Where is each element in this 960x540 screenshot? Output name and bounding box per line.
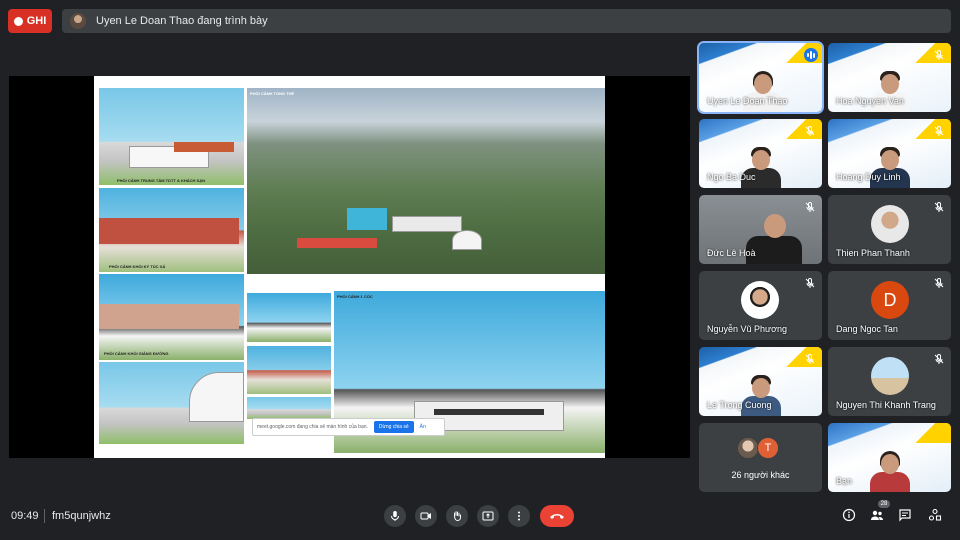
slide-label-left-3: PHỐI CẢNH KHỐI GIẢNG ĐƯỜNG — [104, 351, 169, 356]
participant-tile[interactable]: Thien Phan Thanh — [828, 195, 951, 264]
render-small-3 — [247, 397, 331, 419]
raise-hand-button[interactable] — [446, 505, 468, 527]
camera-button[interactable] — [415, 505, 437, 527]
present-icon — [482, 511, 494, 521]
presenter-avatar — [70, 13, 86, 29]
others-avatar-letter: T — [757, 437, 779, 459]
others-avatar — [737, 437, 759, 459]
render-small-2 — [247, 346, 331, 394]
mic-muted-icon — [804, 352, 816, 364]
mic-muted-icon — [933, 124, 945, 136]
render-lecture-hall: PHỐI CẢNH KHỐI GIẢNG ĐƯỜNG — [99, 274, 244, 360]
chat-button[interactable] — [896, 506, 914, 524]
recording-indicator[interactable]: GHI — [8, 9, 52, 33]
participant-tile[interactable]: Ngo Ba Duc — [699, 119, 822, 188]
presentation-slide: PHỐI CẢNH TRUNG TÂM TDTT & KHÁCH SẠN PHỐ… — [94, 76, 605, 458]
recording-label: GHI — [26, 15, 47, 27]
participant-video — [868, 450, 912, 492]
chat-icon — [899, 509, 911, 522]
self-tile[interactable]: Bạn — [828, 423, 951, 492]
hand-icon — [454, 511, 461, 522]
participant-tile[interactable]: Nguyen Thi Khanh Trang — [828, 347, 951, 416]
participants-button[interactable] — [868, 506, 886, 524]
more-options-button[interactable] — [508, 505, 530, 527]
end-call-icon — [550, 514, 564, 519]
participant-avatar — [741, 281, 779, 319]
mic-muted-icon — [804, 124, 816, 136]
meeting-time: 09:49 — [11, 510, 39, 522]
share-message: meet.google.com đang chia sẻ màn hình củ… — [257, 424, 368, 430]
people-icon — [871, 510, 883, 520]
present-button[interactable] — [477, 505, 499, 527]
others-avatars: T — [737, 437, 783, 461]
self-name: Bạn — [836, 476, 853, 486]
participant-tile[interactable]: Hoa Nguyen Van — [828, 43, 951, 112]
slide-label-left-2: PHỐI CẢNH KHỐI KÝ TÚC XÁ — [109, 264, 166, 269]
activities-button[interactable] — [926, 506, 944, 524]
participant-name: Nguyen Thi Khanh Trang — [836, 400, 936, 410]
participant-tile[interactable]: Nguyễn Vũ Phương — [699, 271, 822, 340]
meeting-code: fm5qunjwhz — [52, 510, 111, 522]
meeting-info-button[interactable] — [840, 506, 858, 524]
mic-icon — [391, 511, 399, 521]
render-sports-center: PHỐI CẢNH TRUNG TÂM TDTT & KHÁCH SẠN — [99, 88, 244, 185]
mic-muted-icon — [933, 276, 945, 288]
mic-muted-icon — [933, 200, 945, 212]
participant-name: Hoa Nguyen Van — [836, 96, 904, 106]
participant-avatar — [871, 357, 909, 395]
mic-button[interactable] — [384, 505, 406, 527]
activities-icon — [928, 508, 942, 521]
presenter-banner-text: Uyen Le Doan Thao đang trình bày — [96, 15, 268, 27]
presenter-banner: Uyen Le Doan Thao đang trình bày — [62, 9, 951, 33]
participant-name: Ngo Ba Duc — [707, 172, 756, 182]
stop-sharing-button[interactable]: Dừng chia sẻ — [373, 421, 414, 433]
participant-avatar — [871, 205, 909, 243]
mic-muted-icon — [804, 200, 816, 212]
others-tile[interactable]: T 26 người khác — [699, 423, 822, 492]
more-vert-icon — [518, 511, 520, 521]
others-count-label: 26 người khác — [731, 470, 790, 480]
participant-tile[interactable]: D Dang Ngoc Tan — [828, 271, 951, 340]
participant-name: Dang Ngoc Tan — [836, 324, 898, 334]
end-call-button[interactable] — [540, 505, 574, 527]
slide-label-left-1: PHỐI CẢNH TRUNG TÂM TDTT & KHÁCH SẠN — [117, 178, 205, 183]
slide-label-top-main: PHỐI CẢNH TỔNG THỂ — [250, 91, 295, 96]
participant-tile[interactable]: Đức Lê Hoà — [699, 195, 822, 264]
participant-name: Hoang Duy Linh — [836, 172, 901, 182]
participant-name: Uyen Le Doan Thao — [707, 96, 788, 106]
participant-count-badge: 28 — [878, 500, 890, 508]
participant-tile[interactable]: Hoang Duy Linh — [828, 119, 951, 188]
slide-label-bottom-main: PHỐI CẢNH 1 CỐC — [337, 294, 373, 299]
info-icon — [842, 508, 856, 522]
render-master-plan: PHỐI CẢNH TỔNG THỂ — [247, 88, 605, 274]
participant-name: Le Trong Cuong — [707, 400, 772, 410]
participant-tile[interactable]: Le Trong Cuong — [699, 347, 822, 416]
record-dot-icon — [13, 16, 23, 26]
participant-name: Nguyễn Vũ Phương — [707, 324, 787, 334]
mic-muted-icon — [933, 352, 945, 364]
participant-name: Thien Phan Thanh — [836, 248, 910, 258]
participant-avatar: D — [871, 281, 909, 319]
speaking-indicator-icon — [804, 48, 818, 62]
render-small-1 — [247, 293, 331, 342]
hide-share-bar-button[interactable]: Ẩn — [420, 424, 426, 430]
render-dormitory: PHỐI CẢNH KHỐI KÝ TÚC XÁ — [99, 188, 244, 272]
divider — [44, 509, 45, 523]
screen-share-notification: meet.google.com đang chia sẻ màn hình củ… — [252, 418, 445, 436]
camera-icon — [420, 512, 431, 520]
participant-name: Đức Lê Hoà — [707, 248, 756, 258]
mic-muted-icon — [933, 48, 945, 60]
participant-tile[interactable]: Uyen Le Doan Thao — [697, 41, 824, 114]
render-courtyard — [99, 362, 244, 444]
mic-muted-icon — [804, 276, 816, 288]
